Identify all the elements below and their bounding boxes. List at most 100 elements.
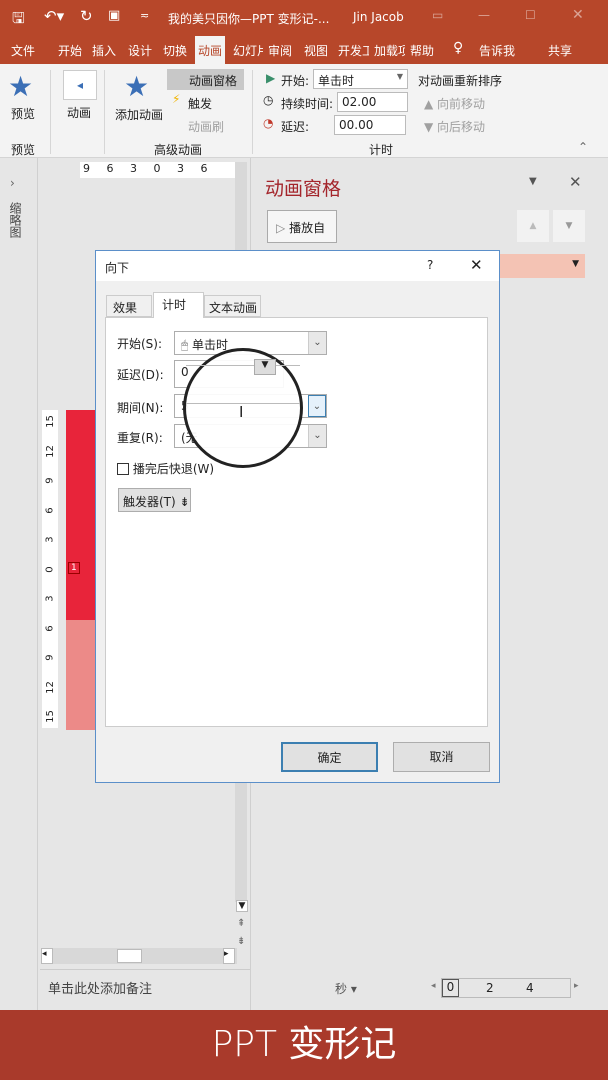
- previous-slide-icon[interactable]: ⇞: [237, 918, 245, 929]
- redo-icon[interactable]: ↻: [80, 7, 93, 25]
- tab-insert[interactable]: 插入: [92, 42, 116, 59]
- seconds-label: 秒: [335, 982, 348, 996]
- thumbnails-label: 缩略图: [8, 202, 22, 238]
- help-button[interactable]: ?: [427, 258, 433, 272]
- tab-help[interactable]: 帮助: [410, 42, 434, 59]
- tab-effect[interactable]: 效果: [106, 295, 152, 317]
- save-icon[interactable]: 🖫: [12, 8, 25, 33]
- tab-text-animation-label: 文本动画: [209, 301, 258, 315]
- start-value: 单击时: [192, 338, 229, 352]
- timeline-left-icon[interactable]: ◂: [431, 981, 436, 991]
- close-icon[interactable]: ✕: [572, 7, 584, 23]
- customize-icon[interactable]: ≂: [140, 9, 149, 22]
- tab-addins[interactable]: 加载项: [374, 42, 405, 59]
- animation-marker[interactable]: 1: [68, 562, 80, 574]
- tab-file[interactable]: 文件: [11, 42, 35, 59]
- delay-spinner[interactable]: 00.00: [334, 115, 406, 135]
- scroll-left-icon[interactable]: ◂: [41, 948, 53, 964]
- pane-options-icon[interactable]: ▼: [529, 176, 537, 187]
- dialog-title: 向下: [105, 261, 130, 275]
- expand-icon[interactable]: ›: [10, 176, 15, 190]
- tab-slideshow[interactable]: 幻灯片: [233, 42, 263, 59]
- trigger-icon: ⚡: [172, 92, 181, 106]
- notes-placeholder[interactable]: 单击此处添加备注: [48, 978, 152, 997]
- delay-label: 延迟(D):: [117, 368, 164, 382]
- preview-button[interactable]: 预览: [11, 105, 35, 122]
- play-from-button[interactable]: ▷ 播放自: [267, 210, 337, 243]
- ok-button[interactable]: 确定: [281, 742, 378, 772]
- tell-me[interactable]: 告诉我: [479, 42, 515, 59]
- move-later-button[interactable]: ▼ 向后移动: [424, 118, 485, 135]
- preview-group-label: 预览: [11, 143, 36, 157]
- spinner-down-icon[interactable]: ▼: [254, 359, 276, 375]
- animation-pane-label: 动画窗格: [189, 74, 238, 88]
- move-earlier-button[interactable]: ▲ 向前移动: [424, 95, 485, 112]
- timeline-tick: 4: [526, 981, 534, 995]
- animation-painter-button[interactable]: 动画刷: [188, 118, 224, 135]
- tab-design[interactable]: 设计: [128, 42, 152, 59]
- share-button[interactable]: 共享: [548, 42, 588, 59]
- maximize-icon[interactable]: ☐: [525, 8, 536, 22]
- minimize-icon[interactable]: —: [478, 8, 490, 22]
- timeline-tick: 0: [442, 979, 459, 997]
- animation-style-icon[interactable]: ◂: [63, 70, 97, 100]
- animation-pane-button[interactable]: 动画窗格: [167, 69, 244, 90]
- move-down-button[interactable]: ▼: [553, 210, 585, 242]
- start-select[interactable]: 单击时 ▼: [313, 69, 408, 89]
- tab-developer[interactable]: 开发工具: [338, 42, 369, 59]
- timeline-ruler[interactable]: 0 2 4: [441, 978, 571, 998]
- slide-canvas[interactable]: [66, 410, 96, 620]
- play-from-label: 播放自: [289, 221, 326, 235]
- tab-transitions[interactable]: 切换: [163, 42, 187, 59]
- tab-review[interactable]: 审阅: [268, 42, 292, 59]
- video-caption: PPT 变形记: [0, 1010, 608, 1080]
- tab-view[interactable]: 视图: [304, 42, 328, 59]
- thumbnails-strip[interactable]: › 缩略图: [0, 158, 38, 1010]
- tab-home[interactable]: 开始: [58, 42, 82, 59]
- seconds-dropdown[interactable]: 秒 ▾: [335, 980, 357, 997]
- tab-text-animation[interactable]: 文本动画: [204, 295, 261, 317]
- collapse-ribbon-icon[interactable]: ⌃: [578, 140, 588, 154]
- undo-icon[interactable]: ↶▾: [44, 7, 64, 25]
- move-up-button[interactable]: ▲: [517, 210, 549, 242]
- clock-icon: ◷: [263, 93, 274, 107]
- animation-list-item[interactable]: ▼: [491, 254, 585, 278]
- add-animation-button[interactable]: 添加动画: [115, 106, 163, 123]
- tab-timing[interactable]: 计时: [153, 292, 204, 318]
- triggers-button[interactable]: 触发器(T) ⇟: [118, 488, 191, 512]
- ribbon-display-icon[interactable]: ▭: [432, 8, 443, 22]
- triggers-label: 触发器(T): [123, 495, 176, 509]
- trigger-button[interactable]: 触发: [188, 95, 212, 112]
- preview-star-icon[interactable]: ★: [8, 70, 33, 103]
- scroll-thumb[interactable]: [117, 949, 142, 963]
- user-name[interactable]: Jin Jacob: [353, 10, 404, 24]
- cancel-button[interactable]: 取消: [393, 742, 490, 772]
- horizontal-scrollbar[interactable]: ◂ ▸: [41, 948, 237, 964]
- slideshow-icon[interactable]: ▣: [108, 8, 120, 23]
- duration-spinner[interactable]: 02.00: [337, 92, 408, 112]
- add-animation-icon[interactable]: ★: [124, 70, 149, 103]
- item-dropdown-icon[interactable]: ▼: [572, 259, 579, 269]
- chevron-down-icon[interactable]: ⌄: [308, 425, 326, 447]
- rewind-checkbox-row[interactable]: 播完后快退(W): [117, 460, 214, 477]
- next-slide-icon[interactable]: ⇟: [237, 936, 245, 947]
- chevron-down-icon[interactable]: ⌄: [308, 332, 326, 354]
- timeline-right-icon[interactable]: ▸: [574, 981, 579, 991]
- slide-canvas-lower[interactable]: [66, 620, 96, 730]
- scroll-down-icon[interactable]: ▼: [236, 900, 248, 912]
- animation-button[interactable]: 动画: [67, 104, 91, 121]
- repeat-label: 重复(R):: [117, 431, 163, 445]
- text-cursor-icon: I: [239, 403, 244, 421]
- tab-animations[interactable]: 动画: [195, 36, 226, 64]
- start-icon: ▶: [266, 71, 276, 85]
- rewind-checkbox[interactable]: [117, 463, 129, 475]
- dialog-close-icon[interactable]: ✕: [470, 256, 483, 274]
- magnifier-overlay: I ▼: [183, 348, 303, 468]
- vertical-ruler: 15 12 9 6 3 0 3 6 9 12 15: [42, 410, 58, 728]
- pane-close-icon[interactable]: ✕: [569, 173, 582, 191]
- tab-effect-label: 效果: [113, 301, 138, 315]
- scroll-right-icon[interactable]: ▸: [223, 948, 235, 964]
- chevron-down-icon[interactable]: ⌄: [308, 395, 326, 417]
- delay-value: 0: [181, 365, 189, 379]
- timing-dialog: 向下 ? ✕ 效果 计时 文本动画 开始(S): 🖱 单击时 ⌄ 延迟(D): 0…: [95, 250, 500, 783]
